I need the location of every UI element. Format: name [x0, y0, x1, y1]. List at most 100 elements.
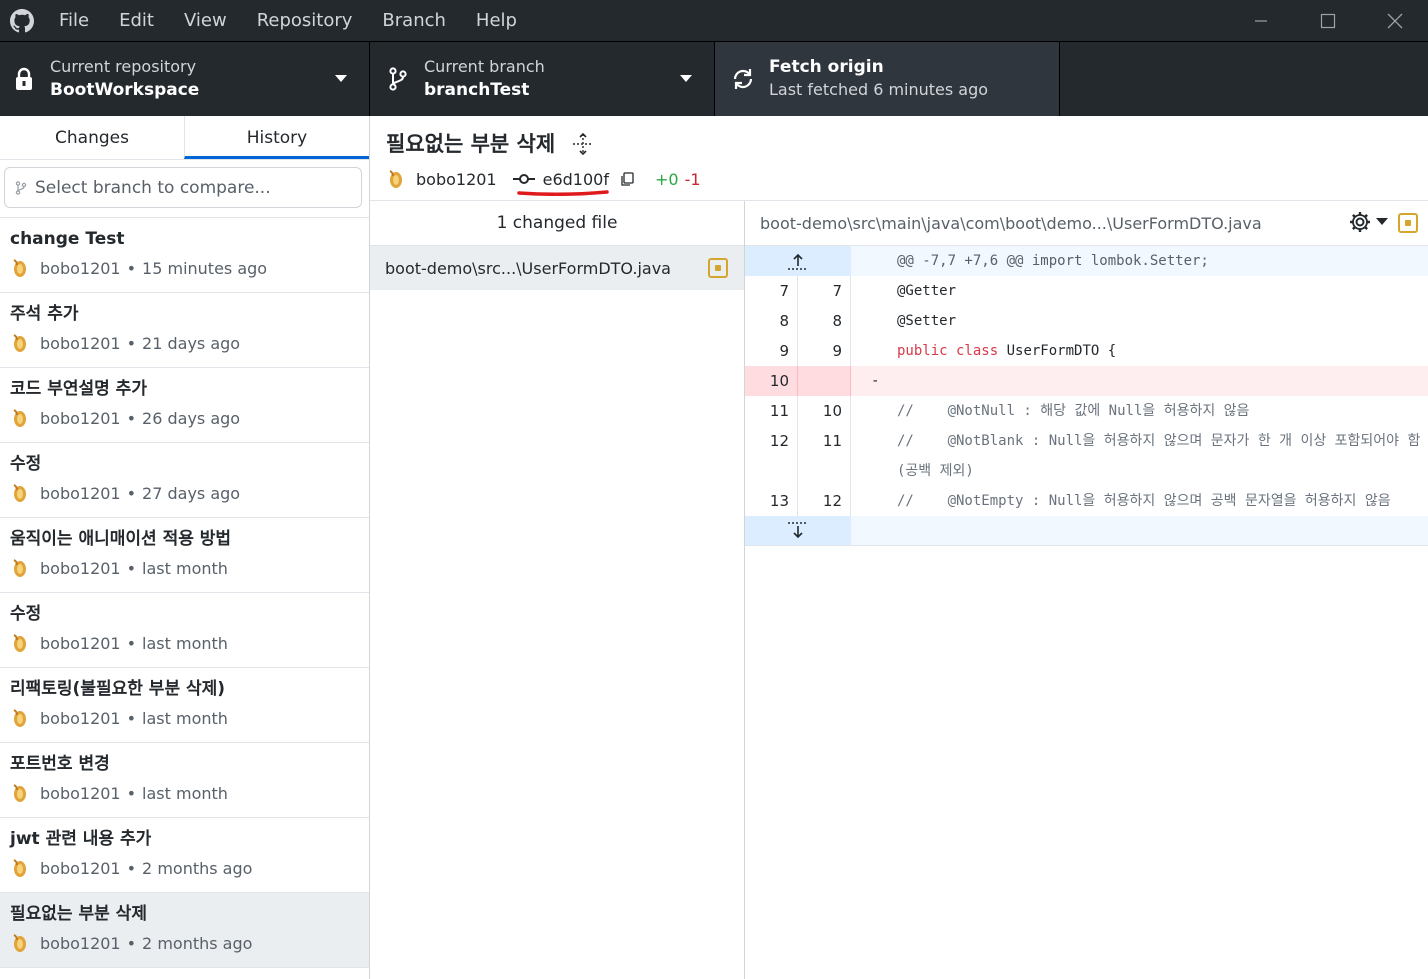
commit-list-item[interactable]: 필요없는 부분 삭제 bobo1201 • 2 months ago — [0, 893, 369, 968]
meta-separator: • — [126, 483, 137, 503]
commit-time: 2 months ago — [142, 933, 253, 953]
chevron-down-icon — [680, 75, 692, 82]
commit-title: 수정 — [10, 604, 42, 624]
minimize-button[interactable] — [1227, 0, 1294, 41]
meta-separator: • — [126, 708, 137, 728]
menu-repository[interactable]: Repository — [242, 0, 368, 41]
commit-time: last month — [142, 558, 228, 578]
old-line-number: 9 — [745, 336, 798, 366]
current-repository-button[interactable]: Current repository BootWorkspace — [0, 42, 370, 116]
commit-author: bobo1201 — [416, 169, 497, 189]
expand-down-button[interactable] — [745, 516, 851, 545]
commit-list-item[interactable]: 리팩토링(불필요한 부분 삭제) bobo1201 • last month — [0, 668, 369, 743]
commit-list-item[interactable]: jwt 관련 내용 추가 bobo1201 • 2 months ago — [0, 818, 369, 893]
menu-edit[interactable]: Edit — [104, 0, 169, 41]
expand-up-icon — [788, 253, 808, 270]
code-text: @Setter — [897, 313, 957, 329]
branch-name: branchTest — [424, 80, 530, 100]
commit-time: 15 minutes ago — [142, 258, 268, 278]
commit-list-item[interactable]: 움직이는 애니매이션 적용 방법 bobo1201 • last month — [0, 518, 369, 593]
meta-separator: • — [126, 558, 137, 578]
diff-line[interactable]: 8 8 @Setter — [745, 306, 1428, 336]
commit-author: bobo1201 — [40, 633, 121, 653]
title-bar: File Edit View Repository Branch Help — [0, 0, 1428, 41]
deletions-count: -1 — [684, 169, 701, 189]
lock-icon — [12, 67, 36, 91]
menu-view[interactable]: View — [169, 0, 242, 41]
file-path: boot-demo\src...\UserFormDTO.java — [385, 258, 671, 278]
commit-time: 26 days ago — [142, 408, 241, 428]
tab-history[interactable]: History — [184, 116, 369, 159]
maximize-button[interactable] — [1294, 0, 1361, 41]
commit-list-item[interactable]: 주석 추가 bobo1201 • 21 days ago — [0, 293, 369, 368]
expand-up-button[interactable] — [745, 246, 851, 276]
menu-help[interactable]: Help — [461, 0, 532, 41]
commit-author: bobo1201 — [40, 858, 121, 878]
current-branch-button[interactable]: Current branch branchTest — [370, 42, 715, 116]
commit-author: bobo1201 — [40, 783, 121, 803]
fetch-origin-button[interactable]: Fetch origin Last fetched 6 minutes ago — [715, 42, 1060, 116]
meta-separator: • — [126, 858, 137, 878]
commit-sha-group: e6d100f — [512, 170, 609, 196]
copy-icon[interactable] — [619, 171, 635, 187]
compare-branch-input[interactable]: Select branch to compare... — [4, 167, 362, 208]
commit-time: 27 days ago — [142, 483, 241, 503]
tab-changes[interactable]: Changes — [0, 116, 184, 159]
commit-time: 2 months ago — [142, 858, 253, 878]
author-avatar — [10, 332, 30, 354]
commit-author: bobo1201 — [40, 558, 121, 578]
minimize-icon — [1254, 19, 1267, 22]
chevron-down-icon — [1376, 218, 1388, 225]
diff-pane: boot-demo\src\main\java\com\boot\demo...… — [745, 201, 1428, 979]
meta-separator: • — [126, 333, 137, 353]
file-row[interactable]: boot-demo\src...\UserFormDTO.java — [370, 246, 744, 290]
diff-line[interactable]: 13 12 // @NotEmpty : Null을 허용하지 않으며 공백 문자열… — [745, 486, 1428, 516]
commit-list-item[interactable]: 수정 bobo1201 • last month — [0, 593, 369, 668]
diff-line[interactable]: 9 9 public class UserFormDTO { — [745, 336, 1428, 366]
diff-line[interactable]: 12 11 // @NotBlank : Null을 허용하지 않으며 문자가 한 … — [745, 426, 1428, 486]
menu-branch[interactable]: Branch — [367, 0, 461, 41]
commit-title: 움직이는 애니매이션 적용 방법 — [10, 529, 232, 549]
changed-files-header: 1 changed file — [370, 201, 744, 246]
author-avatar — [10, 557, 30, 579]
commit-sha[interactable]: e6d100f — [543, 170, 609, 189]
commit-list-item[interactable]: 코드 부연설명 추가 bobo1201 • 26 days ago — [0, 368, 369, 443]
commit-author: bobo1201 — [40, 933, 121, 953]
commit-title: 코드 부연설명 추가 — [10, 379, 147, 399]
diff-line-deleted[interactable]: 10 - — [745, 366, 1428, 396]
sidebar-tabs: Changes History — [0, 116, 369, 160]
commit-author: bobo1201 — [40, 708, 121, 728]
commit-title: 포트번호 변경 — [10, 754, 110, 774]
compare-placeholder: Select branch to compare... — [35, 177, 271, 198]
modified-icon — [1398, 213, 1418, 233]
close-icon — [1387, 13, 1402, 28]
diff-line[interactable]: 7 7 @Getter — [745, 276, 1428, 306]
menu-file[interactable]: File — [44, 0, 104, 41]
branch-icon — [15, 180, 27, 195]
author-avatar — [10, 407, 30, 429]
hunk-header-row: @@ -7,7 +7,6 @@ import lombok.Setter; — [745, 246, 1428, 276]
code-text: // @NotEmpty : Null을 허용하지 않으며 공백 문자열을 허용… — [897, 493, 1391, 509]
old-line-number: 12 — [745, 426, 798, 486]
commit-time: last month — [142, 783, 228, 803]
code-line: @Getter — [851, 276, 1428, 306]
diff-settings-button[interactable] — [1348, 210, 1388, 234]
new-line-number: 10 — [798, 396, 851, 426]
new-line-number: 9 — [798, 336, 851, 366]
meta-separator: • — [126, 783, 137, 803]
commit-list-item[interactable]: change Test bobo1201 • 15 minutes ago — [0, 218, 369, 293]
new-line-number: 12 — [798, 486, 851, 516]
close-button[interactable] — [1361, 0, 1428, 41]
author-avatar — [10, 632, 30, 654]
commit-icon — [512, 174, 535, 184]
commit-list-item[interactable]: 포트번호 변경 bobo1201 • last month — [0, 743, 369, 818]
diff-line[interactable]: 11 10 // @NotNull : 해당 값에 Null을 허용하지 않음 — [745, 396, 1428, 426]
author-avatar — [10, 932, 30, 954]
code-line: - — [851, 366, 1428, 396]
commit-time: 21 days ago — [142, 333, 241, 353]
commit-list-item[interactable]: 수정 bobo1201 • 27 days ago — [0, 443, 369, 518]
toolbar: Current repository BootWorkspace Current… — [0, 41, 1428, 116]
menu-bar: File Edit View Repository Branch Help — [44, 0, 532, 41]
expand-icon[interactable] — [571, 132, 595, 156]
repo-label: Current repository — [50, 57, 197, 76]
